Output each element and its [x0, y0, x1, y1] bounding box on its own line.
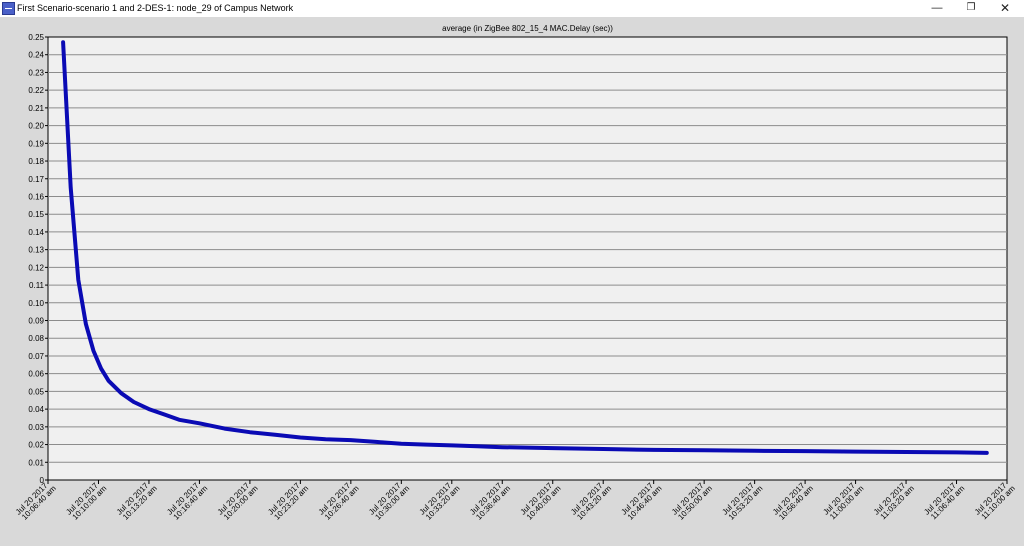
y-tick-label: 0.16	[28, 192, 44, 201]
data-point	[69, 186, 72, 189]
x-tick-label: Jul 20 201711:10:00 am	[973, 481, 1017, 522]
y-tick-label: 0.22	[28, 86, 44, 95]
x-tick-label: Jul 20 201710:36:40 am	[468, 481, 512, 522]
data-point	[955, 451, 958, 454]
x-tick-label: Jul 20 201710:43:20 am	[569, 481, 613, 522]
data-point	[753, 449, 756, 452]
y-tick-label: 0.14	[28, 228, 44, 237]
y-tick-label: 0.10	[28, 299, 44, 308]
y-tick-label: 0.08	[28, 334, 44, 343]
data-point	[703, 449, 706, 452]
x-tick-label: Jul 20 201711:06:40 am	[922, 481, 966, 522]
x-axis: Jul 20 201710:06:40 am Jul 20 201710:10:0…	[14, 480, 1017, 522]
y-tick-label: 0.05	[28, 387, 44, 396]
data-point	[374, 440, 378, 444]
window-title: First Scenario-scenario 1 and 2-DES-1: n…	[17, 3, 294, 13]
y-tick-label: 0.09	[28, 317, 44, 326]
minimize-button[interactable]: —	[920, 0, 954, 17]
x-tick-label: Jul 20 201710:13:20 am	[115, 481, 159, 522]
x-tick-label: Jul 20 201710:06:40 am	[14, 481, 58, 522]
line-chart: average (in ZigBee 802_15_4 MAC.Delay (s…	[14, 24, 1017, 522]
y-tick-label: 0.18	[28, 157, 44, 166]
y-tick-label: 0.03	[28, 423, 44, 432]
y-tick-label: 0.07	[28, 352, 44, 361]
x-tick-label: Jul 20 201710:33:20 am	[418, 481, 462, 522]
data-point	[99, 367, 103, 370]
y-tick-label: 0.17	[28, 175, 44, 184]
y-axis: 00.010.020.030.040.050.060.070.080.090.1…	[28, 33, 48, 485]
plot-area	[47, 36, 1008, 481]
data-point	[107, 379, 110, 382]
x-tick-label: Jul 20 201710:23:20 am	[266, 481, 310, 522]
x-tick-label: Jul 20 201710:46:40 am	[619, 481, 663, 522]
x-tick-label: Jul 20 201710:16:40 am	[165, 481, 209, 522]
y-tick-label: 0.13	[28, 246, 44, 255]
data-point	[248, 431, 252, 434]
data-point	[985, 451, 988, 455]
x-tick-label: Jul 20 201710:53:20 am	[720, 481, 764, 522]
data-point	[475, 445, 479, 448]
data-point	[198, 422, 201, 425]
data-point	[77, 278, 80, 281]
y-tick-label: 0.02	[28, 441, 44, 450]
x-tick-label: Jul 20 201710:56:40 am	[771, 481, 815, 522]
chart-panel: average (in ZigBee 802_15_4 MAC.Delay (s…	[0, 17, 1024, 546]
restore-button[interactable]: ❐	[954, 0, 988, 17]
data-point	[904, 450, 908, 454]
data-point	[324, 438, 327, 441]
data-point	[501, 446, 504, 449]
data-point	[551, 446, 554, 450]
data-point	[120, 392, 123, 395]
data-point	[652, 448, 655, 452]
x-tick-label: Jul 20 201710:26:40 am	[317, 481, 361, 522]
y-tick-label: 0.20	[28, 122, 44, 131]
app-icon	[2, 2, 15, 15]
x-tick-label: Jul 20 201710:10:00 am	[64, 481, 108, 522]
x-tick-label: Jul 20 201710:30:00 am	[367, 481, 411, 522]
data-point	[147, 407, 151, 411]
y-tick-label: 0.24	[28, 51, 44, 60]
data-point	[425, 443, 428, 446]
data-point	[61, 41, 65, 44]
y-tick-label: 0.25	[28, 33, 44, 42]
x-tick-label: Jul 20 201710:50:00 am	[670, 481, 714, 522]
data-point	[178, 418, 181, 421]
data-point	[803, 449, 807, 453]
y-tick-label: 0.23	[28, 68, 44, 77]
data-point	[450, 444, 453, 447]
y-tick-label: 0.01	[28, 458, 44, 467]
data-point	[92, 349, 95, 352]
y-tick-label: 0.06	[28, 370, 44, 379]
x-tick-label: Jul 20 201710:40:00 am	[519, 481, 563, 522]
y-tick-label: 0.19	[28, 139, 44, 148]
data-point	[400, 442, 403, 445]
data-point	[162, 413, 166, 416]
y-tick-label: 0.11	[29, 281, 45, 290]
data-point	[84, 322, 88, 326]
y-tick-label: 0.15	[28, 210, 44, 219]
y-tick-label: 0.21	[28, 104, 44, 113]
data-point	[299, 436, 302, 439]
close-button[interactable]: ✕	[988, 0, 1022, 17]
x-tick-label: Jul 20 201711:00:00 am	[821, 481, 865, 522]
data-point	[273, 433, 277, 436]
data-point	[854, 450, 857, 453]
title-bar: First Scenario-scenario 1 and 2-DES-1: n…	[0, 0, 1024, 17]
data-point	[349, 438, 352, 442]
x-tick-label: Jul 20 201711:03:20 am	[872, 481, 916, 522]
y-tick-label: 0.12	[28, 263, 44, 272]
data-point	[223, 427, 226, 430]
x-tick-label: Jul 20 201710:20:00 am	[216, 481, 260, 522]
chart-title: average (in ZigBee 802_15_4 MAC.Delay (s…	[442, 24, 613, 33]
data-point	[602, 447, 605, 451]
data-point	[132, 400, 135, 404]
y-tick-label: 0.04	[28, 405, 44, 414]
